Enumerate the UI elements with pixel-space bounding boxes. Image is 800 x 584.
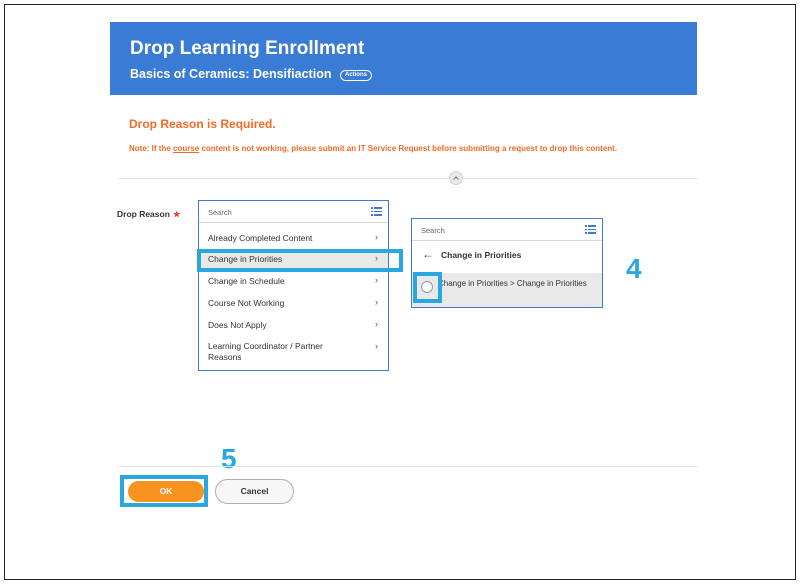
required-marker: ★ [172,209,181,219]
page-title: Drop Learning Enrollment [130,38,365,59]
option-already-completed[interactable]: Already Completed Content › [199,229,388,249]
chevron-right-icon: › [375,275,378,285]
page-header: Drop Learning Enrollment Basics of Ceram… [110,22,697,95]
error-title: Drop Reason is Required. [129,117,276,131]
drop-reason-label: Drop Reason ★ [117,209,181,220]
highlight-radio [413,272,442,303]
drop-reason-dropdown[interactable]: Search Already Completed Content › Chang… [198,200,389,371]
chevron-right-icon: › [375,341,378,351]
highlight-ok [120,475,208,507]
drop-reason-search[interactable]: Search [199,201,388,223]
chevron-right-icon: › [375,232,378,242]
chevron-right-icon: › [375,319,378,329]
cancel-button[interactable]: Cancel [215,479,294,504]
chevron-up-icon [453,176,459,180]
search-placeholder[interactable]: Search [421,226,445,235]
option-change-in-schedule[interactable]: Change in Schedule › [199,272,388,292]
step-5-label: 5 [221,443,237,474]
error-note-part-2: content is not working, please submit an… [199,144,618,153]
option-does-not-apply[interactable]: Does Not Apply › [199,316,388,336]
back-arrow-icon[interactable]: ← [422,247,434,261]
course-link[interactable]: course [173,144,199,153]
search-placeholder[interactable]: Search [208,208,232,217]
list-icon[interactable] [585,225,596,234]
option-label: Does Not Apply [208,320,267,330]
course-name: Basics of Ceramics: Densifiaction [130,67,332,81]
highlight-change-in-priorities [197,249,403,272]
option-label: Learning Coordinator / Partner Reasons [208,341,323,362]
option-label: Change in Schedule [208,276,285,286]
drop-reason-label-text: Drop Reason [117,209,170,219]
error-note-part-1: Note: If the [129,144,173,153]
submenu-back-row[interactable]: ← Change in Priorities [412,241,602,266]
actions-button[interactable]: Actions [339,70,372,81]
error-note: Note: If the course content is not worki… [129,144,617,153]
step-4-label: 4 [626,253,642,284]
footer-divider [119,466,697,467]
collapse-button[interactable] [449,171,463,185]
submenu-option-label: Change in Priorities > Change in Priorit… [438,279,587,288]
section-divider [119,178,697,179]
option-course-not-working[interactable]: Course Not Working › [199,294,388,314]
list-icon[interactable] [371,207,382,216]
chevron-right-icon: › [375,297,378,307]
option-label: Course Not Working [208,298,285,308]
option-learning-coordinator[interactable]: Learning Coordinator / Partner Reasons › [199,338,388,368]
submenu-search[interactable]: Search [412,219,602,241]
submenu-title: Change in Priorities [441,250,522,260]
option-label: Already Completed Content [208,233,313,243]
page-subtitle: Basics of Ceramics: Densifiaction Action… [130,67,372,81]
